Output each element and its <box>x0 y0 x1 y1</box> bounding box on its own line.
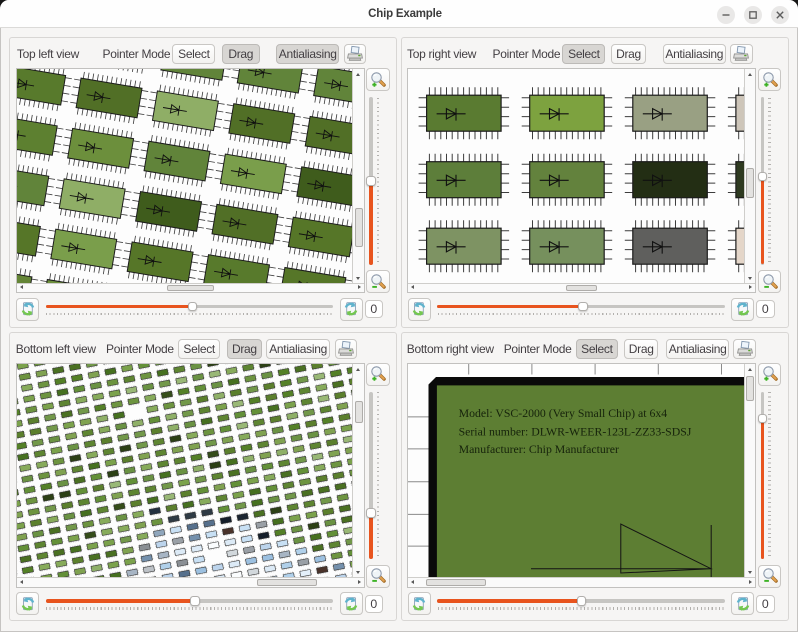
svg-text:Serial number: DLWR-WEER-123L-: Serial number: DLWR-WEER-123L-ZZ33-SDSJ <box>459 424 692 438</box>
svg-text:Model: VSC-2000 (Very Small Ch: Model: VSC-2000 (Very Small Chip) at 6x4 <box>459 406 668 420</box>
svg-text:Manufacturer: Chip Manufacture: Manufacturer: Chip Manufacturer <box>459 442 619 456</box>
